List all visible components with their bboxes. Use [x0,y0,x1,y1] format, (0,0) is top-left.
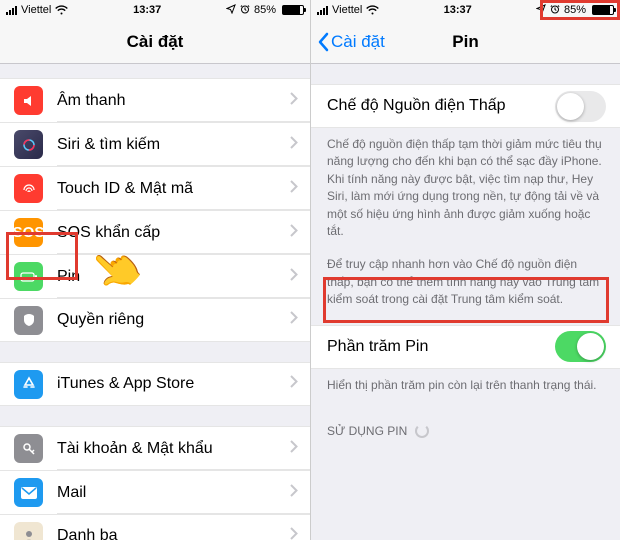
wifi-icon [55,5,68,15]
siri-icon [14,130,43,159]
page-title: Cài đặt [127,32,184,52]
location-icon [226,4,236,17]
row-label: Quyền riêng [57,311,290,329]
row-label: Touch ID & Mật mã [57,180,290,198]
contacts-icon [14,522,43,540]
row-privacy[interactable]: Quyền riêng [0,298,310,342]
row-low-power[interactable]: Chế độ Nguồn điện Thấp [311,84,620,128]
mail-icon [14,478,43,507]
signal-icon [6,5,17,15]
toggle-battery-percent[interactable] [555,331,606,362]
row-contacts[interactable]: Danh bạ [0,514,310,540]
status-bar: Viettel 13:37 85% [0,0,310,20]
row-siri[interactable]: Siri & tìm kiếm [0,122,310,166]
row-itunes[interactable]: iTunes & App Store [0,362,310,406]
low-power-desc: Chế độ nguồn điện thấp tạm thời giảm mức… [311,128,620,256]
status-time: 13:37 [444,4,472,16]
nav-header: Cài đặt Pin [311,20,620,64]
row-label: Pin [57,268,290,286]
wifi-icon [366,5,379,15]
right-phone: Viettel 13:37 85% Cài đặt [310,0,620,540]
privacy-icon [14,306,43,335]
chevron-right-icon [290,180,298,198]
nav-header: Cài đặt [0,20,310,64]
row-label: Siri & tìm kiếm [57,136,290,154]
settings-list: Âm thanh Siri & tìm kiếm Touch [0,64,310,540]
touchid-icon [14,174,43,203]
signal-icon [317,5,328,15]
chevron-right-icon [290,484,298,502]
battery-icon [592,5,614,15]
row-sound[interactable]: Âm thanh [0,78,310,122]
row-label: Phần trăm Pin [327,338,555,356]
row-label: iTunes & App Store [57,375,290,393]
row-battery-percent[interactable]: Phần trăm Pin [311,325,620,369]
carrier-label: Viettel [332,4,362,16]
row-battery[interactable]: Pin [0,254,310,298]
usage-header: SỬ DỤNG PIN [311,410,620,444]
row-label: Danh bạ [57,527,290,540]
chevron-right-icon [290,527,298,540]
battery-percent: 85% [254,4,276,16]
chevron-right-icon [290,440,298,458]
spinner-icon [415,424,429,438]
sos-icon: SOS [14,218,43,247]
row-label: SOS khẩn cấp [57,224,290,242]
alarm-icon [240,4,250,17]
row-mail[interactable]: Mail [0,470,310,514]
chevron-right-icon [290,224,298,242]
row-label: Âm thanh [57,92,290,110]
row-label: Mail [57,484,290,502]
status-time: 13:37 [133,4,161,16]
chevron-right-icon [290,136,298,154]
back-label: Cài đặt [331,32,385,52]
battery-percent: 85% [564,4,586,16]
quick-access-desc: Để truy cập nhanh hơn vào Chế độ nguồn đ… [311,256,620,324]
chevron-right-icon [290,92,298,110]
sound-icon [14,86,43,115]
row-label: Tài khoản & Mật khẩu [57,440,290,458]
left-phone: Viettel 13:37 85% Cài đặt [0,0,310,540]
location-icon [536,4,546,17]
battery-row-icon [14,262,43,291]
chevron-right-icon [290,268,298,286]
page-title: Pin [452,32,478,52]
row-accounts[interactable]: Tài khoản & Mật khẩu [0,426,310,470]
battery-icon [282,5,304,15]
key-icon [14,434,43,463]
carrier-label: Viettel [21,4,51,16]
row-sos[interactable]: SOS SOS khẩn cấp [0,210,310,254]
row-label: Chế độ Nguồn điện Thấp [327,97,555,115]
chevron-right-icon [290,311,298,329]
toggle-low-power[interactable] [555,91,606,122]
alarm-icon [550,4,560,17]
battery-pct-desc: Hiển thị phần trăm pin còn lại trên than… [311,369,620,410]
row-touchid[interactable]: Touch ID & Mật mã [0,166,310,210]
status-bar: Viettel 13:37 85% [311,0,620,20]
battery-settings: Chế độ Nguồn điện Thấp Chế độ nguồn điện… [311,64,620,444]
chevron-right-icon [290,375,298,393]
back-button[interactable]: Cài đặt [317,20,385,63]
appstore-icon [14,370,43,399]
